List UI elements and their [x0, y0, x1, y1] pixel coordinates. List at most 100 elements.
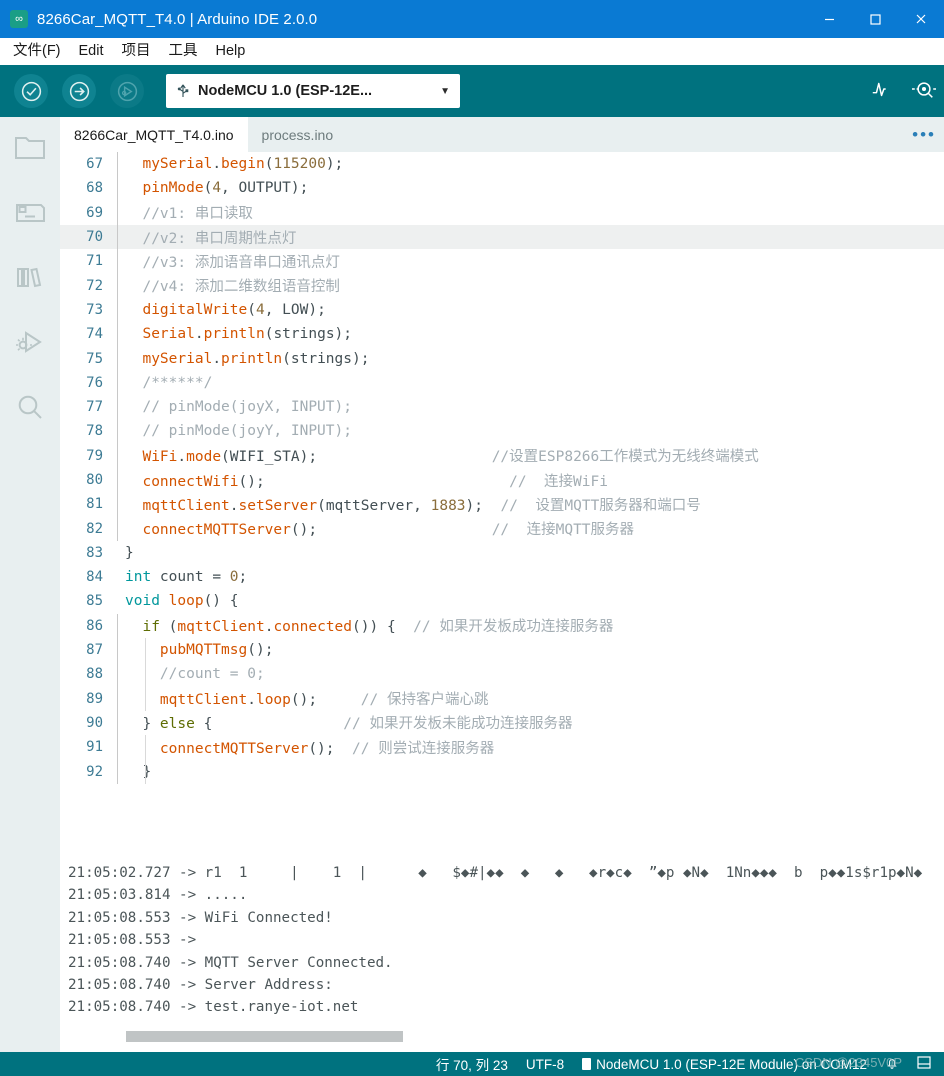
code-line[interactable]: 70 //v2: 串口周期性点灯	[60, 225, 944, 249]
fold-guide	[113, 176, 125, 200]
fold-guide	[113, 371, 125, 395]
indent-guide	[145, 662, 146, 686]
code-text: //count = 0;	[125, 666, 944, 682]
serial-output-line: 21:05:08.553 ->	[60, 929, 944, 951]
serial-monitor-icon[interactable]	[910, 77, 938, 106]
horizontal-scrollbar[interactable]	[126, 1031, 403, 1042]
line-number: 78	[60, 423, 113, 439]
close-button[interactable]	[898, 0, 944, 38]
code-line[interactable]: 71 //v3: 添加语音串口通讯点灯	[60, 249, 944, 273]
fold-guide	[113, 516, 125, 540]
code-line[interactable]: 86 if (mqttClient.connected()) { // 如果开发…	[60, 614, 944, 638]
code-line[interactable]: 88 //count = 0;	[60, 662, 944, 686]
indent-guide	[145, 687, 146, 711]
code-line[interactable]: 92 }	[60, 759, 944, 783]
serial-output-line: 21:05:03.814 -> .....	[60, 884, 944, 906]
code-line[interactable]: 69 //v1: 串口读取	[60, 201, 944, 225]
line-number: 75	[60, 351, 113, 367]
code-text: //v3: 添加语音串口通讯点灯	[125, 251, 944, 272]
fold-guide	[113, 444, 125, 468]
arduino-infinity-icon: ∞	[10, 10, 28, 28]
code-line[interactable]: 91 connectMQTTServer(); // 则尝试连接服务器	[60, 735, 944, 759]
editor-tabs: 8266Car_MQTT_T4.0.ino process.ino •••	[60, 117, 944, 152]
menu-tools[interactable]: 工具	[160, 38, 207, 65]
code-line[interactable]: 90 } else { // 如果开发板未能成功连接服务器	[60, 711, 944, 735]
line-number: 90	[60, 715, 113, 731]
activity-bar	[0, 117, 60, 1052]
code-text: connectMQTTServer(); // 连接MQTT服务器	[125, 518, 944, 539]
code-line[interactable]: 76 /******/	[60, 371, 944, 395]
minimize-button[interactable]	[806, 0, 852, 38]
code-line[interactable]: 85void loop() {	[60, 589, 944, 613]
code-editor[interactable]: 67 mySerial.begin(115200);68 pinMode(4, …	[60, 152, 944, 979]
code-text: void loop() {	[125, 593, 944, 609]
code-line[interactable]: 89 mqttClient.loop(); // 保持客户端心跳	[60, 687, 944, 711]
code-text: WiFi.mode(WIFI_STA); //设置ESP8266工作模式为无线终…	[125, 445, 944, 466]
board-status-label: NodeMCU 1.0 (ESP-12E Module) on COM12	[596, 1057, 867, 1072]
bell-icon[interactable]	[876, 1056, 908, 1073]
ellipsis-icon[interactable]: •••	[912, 117, 936, 152]
line-number: 71	[60, 253, 113, 269]
code-text: mySerial.begin(115200);	[125, 156, 944, 172]
sidebar-item-debug[interactable]	[0, 312, 60, 377]
sidebar-item-boards-manager[interactable]	[0, 182, 60, 247]
line-number: 84	[60, 569, 113, 585]
chevron-down-icon: ▼	[440, 86, 450, 97]
code-line[interactable]: 80 connectWifi(); // 连接WiFi	[60, 468, 944, 492]
code-line[interactable]: 73 digitalWrite(4, LOW);	[60, 298, 944, 322]
menu-edit[interactable]: Edit	[70, 38, 113, 65]
upload-button[interactable]	[62, 74, 96, 108]
fold-guide	[113, 395, 125, 419]
code-text: digitalWrite(4, LOW);	[125, 302, 944, 318]
code-line[interactable]: 79 WiFi.mode(WIFI_STA); //设置ESP8266工作模式为…	[60, 444, 944, 468]
panel-toggle-icon[interactable]	[908, 1056, 940, 1072]
tab-process[interactable]: process.ino	[248, 117, 348, 152]
board-status[interactable]: NodeMCU 1.0 (ESP-12E Module) on COM12	[573, 1057, 876, 1072]
menu-file[interactable]: 文件(F)	[4, 38, 70, 65]
line-number: 73	[60, 302, 113, 318]
cursor-position[interactable]: 行 70, 列 23	[427, 1054, 517, 1074]
code-line[interactable]: 74 Serial.println(strings);	[60, 322, 944, 346]
line-number: 79	[60, 448, 113, 464]
menu-sketch[interactable]: 项目	[113, 38, 160, 65]
line-number: 67	[60, 156, 113, 172]
fold-guide	[113, 589, 125, 613]
board-selector[interactable]: NodeMCU 1.0 (ESP-12E... ▼	[166, 74, 460, 108]
fold-guide	[113, 152, 125, 176]
code-line[interactable]: 68 pinMode(4, OUTPUT);	[60, 176, 944, 200]
code-line[interactable]: 83}	[60, 541, 944, 565]
menu-help[interactable]: Help	[207, 38, 255, 65]
sidebar-item-library-manager[interactable]	[0, 247, 60, 312]
indent-guide	[145, 735, 146, 759]
code-line[interactable]: 77 // pinMode(joyX, INPUT);	[60, 395, 944, 419]
verify-button[interactable]	[14, 74, 48, 108]
serial-output-area[interactable]: 21:05:02.727 -> r1 1 | 1 | ◆ $◆#|◆◆ ◆ ◆ …	[60, 862, 944, 1052]
encoding-label[interactable]: UTF-8	[517, 1057, 573, 1072]
line-number: 91	[60, 739, 113, 755]
code-line[interactable]: 81 mqttClient.setServer(mqttServer, 1883…	[60, 492, 944, 516]
code-line[interactable]: 67 mySerial.begin(115200);	[60, 152, 944, 176]
fold-guide	[113, 419, 125, 443]
tab-sketch-main[interactable]: 8266Car_MQTT_T4.0.ino	[60, 117, 248, 152]
maximize-button[interactable]	[852, 0, 898, 38]
serial-plotter-icon[interactable]	[870, 77, 894, 106]
code-line[interactable]: 78 // pinMode(joyY, INPUT);	[60, 419, 944, 443]
code-text: if (mqttClient.connected()) { // 如果开发板成功…	[125, 615, 944, 636]
code-line[interactable]: 75 mySerial.println(strings);	[60, 346, 944, 370]
code-line[interactable]: 87 pubMQTTmsg();	[60, 638, 944, 662]
code-text: //v4: 添加二维数组语音控制	[125, 275, 944, 296]
code-text: mqttClient.loop(); // 保持客户端心跳	[125, 688, 944, 709]
sidebar-item-search[interactable]	[0, 377, 60, 442]
code-text: }	[125, 764, 944, 780]
sidebar-item-sketchbook[interactable]	[0, 117, 60, 182]
line-number: 92	[60, 764, 113, 780]
line-number: 74	[60, 326, 113, 342]
code-line[interactable]: 84int count = 0;	[60, 565, 944, 589]
debug-button[interactable]	[110, 74, 144, 108]
code-text: /******/	[125, 375, 944, 391]
serial-output-line: 21:05:02.727 -> r1 1 | 1 | ◆ $◆#|◆◆ ◆ ◆ …	[60, 862, 944, 884]
fold-guide	[113, 662, 125, 686]
code-line[interactable]: 72 //v4: 添加二维数组语音控制	[60, 273, 944, 297]
code-line[interactable]: 82 connectMQTTServer(); // 连接MQTT服务器	[60, 516, 944, 540]
books-icon	[13, 262, 47, 297]
